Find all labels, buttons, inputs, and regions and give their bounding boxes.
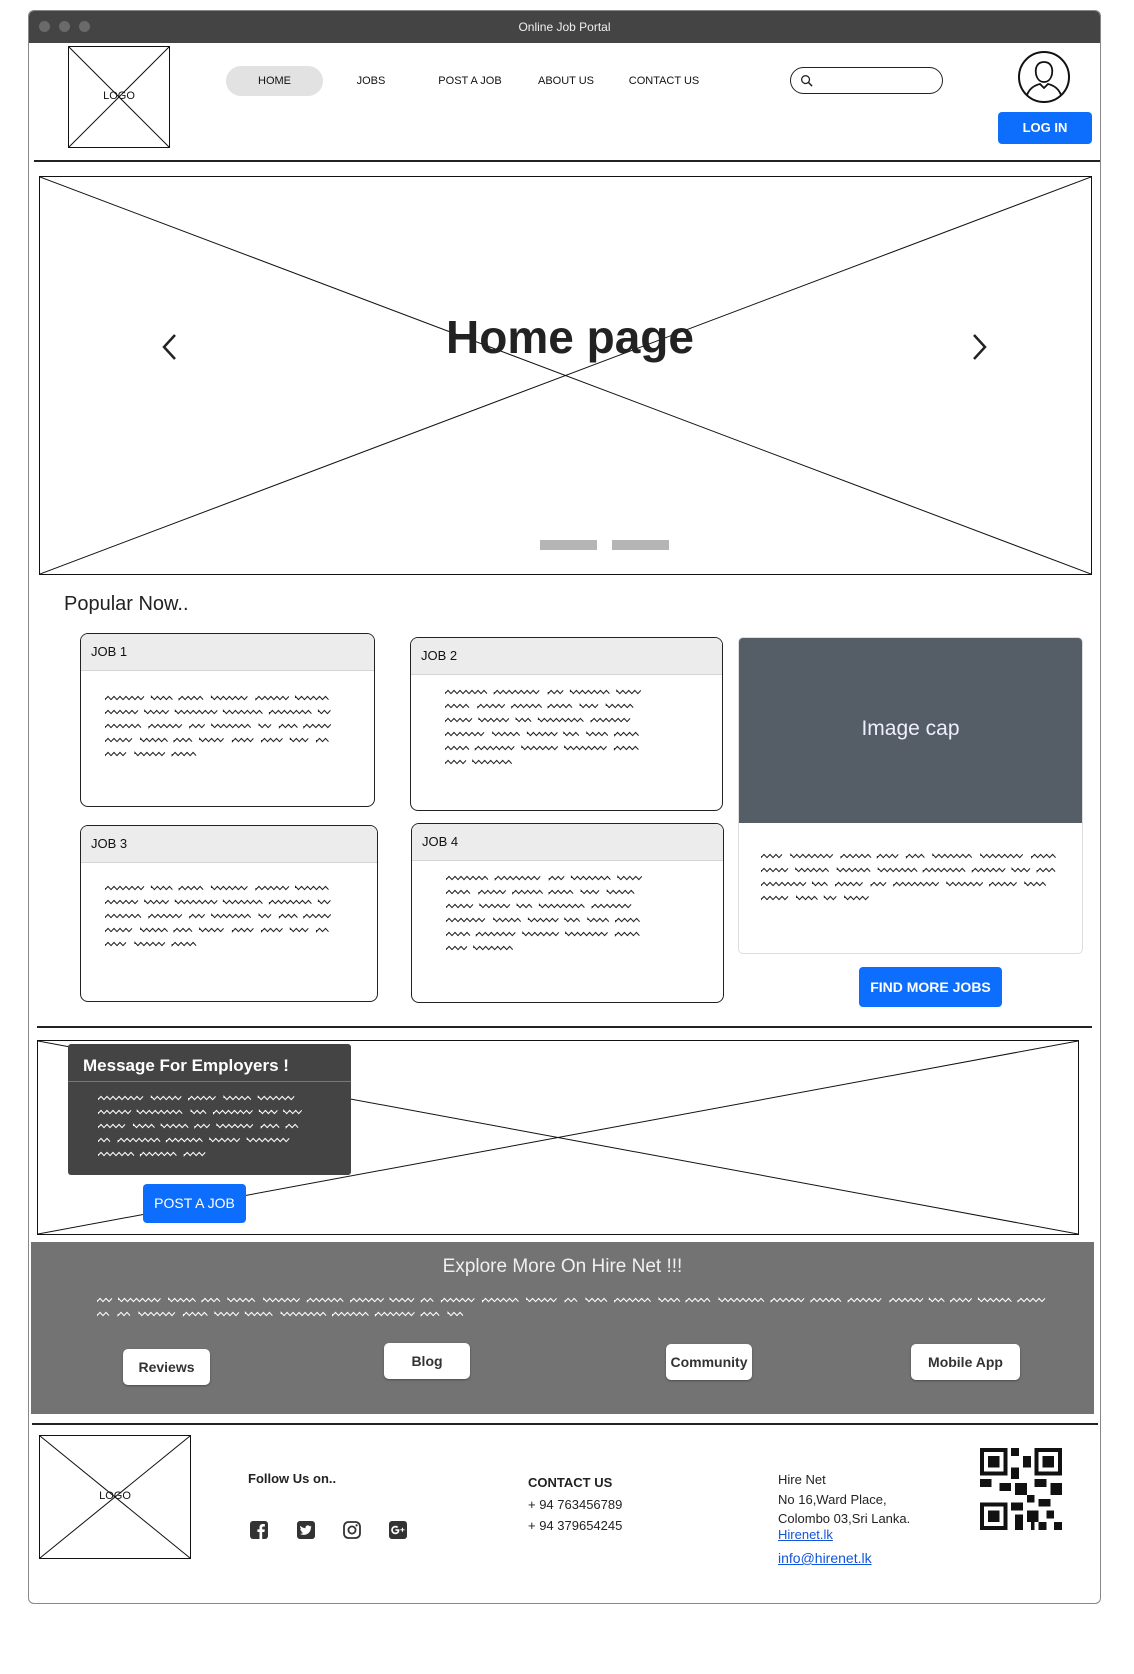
find-more-jobs-button[interactable]: FIND MORE JOBS: [859, 967, 1002, 1007]
contact-phone: + 94 379654245: [528, 1518, 623, 1533]
image-cap: Image cap: [739, 638, 1082, 823]
text-placeholder: [105, 695, 332, 757]
logo-label: LOGO: [99, 1490, 131, 1502]
text-placeholder: [445, 689, 642, 765]
nav-post-a-job[interactable]: POST A JOB: [430, 66, 510, 96]
hero-carousel: [39, 176, 1092, 575]
chevron-left-icon[interactable]: [159, 332, 181, 362]
text-placeholder: [446, 875, 643, 951]
nav-contact-us[interactable]: CONTACT US: [622, 66, 706, 96]
nav-home[interactable]: HOME: [226, 66, 323, 96]
address-line: Hire Net: [778, 1472, 826, 1487]
footer-divider: [32, 1423, 1098, 1425]
card-header: JOB 3: [81, 826, 377, 863]
image-card[interactable]: Image cap: [738, 637, 1083, 954]
mobile-app-button[interactable]: Mobile App: [911, 1344, 1020, 1380]
instagram-icon[interactable]: [342, 1520, 362, 1540]
search-icon: [801, 75, 813, 87]
email-link[interactable]: info@hirenet.lk: [778, 1550, 872, 1566]
card-header: JOB 2: [411, 638, 722, 675]
text-placeholder: [98, 1095, 303, 1157]
nav-about-us[interactable]: ABOUT US: [530, 66, 602, 96]
address-line: No 16,Ward Place,: [778, 1492, 887, 1507]
reviews-button[interactable]: Reviews: [123, 1349, 210, 1385]
title-bar: Online Job Portal: [29, 11, 1100, 43]
job-title: JOB 1: [91, 644, 128, 659]
hero-title: Home page: [446, 311, 694, 363]
search-box[interactable]: [790, 67, 943, 94]
job-title: JOB 4: [422, 834, 459, 849]
contact-phone: + 94 763456789: [528, 1497, 623, 1512]
job-card[interactable]: JOB 2: [410, 637, 723, 811]
header-divider: [34, 160, 1100, 162]
twitter-icon[interactable]: [296, 1520, 316, 1540]
employer-message-title: Message For Employers !: [83, 1056, 289, 1075]
website-link[interactable]: Hirenet.lk: [778, 1527, 833, 1542]
carousel-indicator[interactable]: [540, 540, 597, 550]
google-plus-icon[interactable]: [388, 1520, 408, 1540]
explore-title: Explore More On Hire Net !!!: [442, 1256, 683, 1277]
job-card[interactable]: JOB 4: [411, 823, 724, 1003]
login-button[interactable]: LOG IN: [998, 112, 1092, 144]
card-header: JOB 1: [81, 634, 374, 671]
job-card[interactable]: JOB 3: [80, 825, 378, 1002]
job-title: JOB 2: [421, 648, 458, 663]
community-button[interactable]: Community: [666, 1344, 752, 1380]
window-title: Online Job Portal: [518, 20, 611, 34]
facebook-icon[interactable]: [249, 1520, 269, 1540]
post-a-job-button[interactable]: POST A JOB: [143, 1184, 246, 1223]
card-header: JOB 4: [412, 824, 723, 861]
text-placeholder: [97, 1297, 1046, 1317]
image-cap-label: Image cap: [861, 717, 960, 740]
job-card[interactable]: JOB 1: [80, 633, 375, 807]
section-divider: [37, 1026, 1092, 1028]
search-input[interactable]: [817, 71, 939, 91]
address-line: Colombo 03,Sri Lanka.: [778, 1511, 911, 1526]
text-placeholder: [105, 885, 332, 947]
contact-heading: CONTACT US: [528, 1475, 613, 1490]
footer-logo[interactable]: LOGO: [39, 1435, 191, 1559]
employer-message-panel: Message For Employers !: [68, 1044, 351, 1175]
follow-us-label: Follow Us on..: [248, 1471, 337, 1486]
chevron-right-icon[interactable]: [968, 332, 990, 362]
panel-divider: [68, 1081, 351, 1082]
user-avatar-icon[interactable]: [1017, 50, 1071, 104]
qr-code-icon: [980, 1448, 1062, 1530]
logo-label: LOGO: [103, 90, 135, 102]
explore-section: Explore More On Hire Net !!!: [31, 1242, 1094, 1414]
blog-button[interactable]: Blog: [384, 1343, 470, 1379]
header-logo[interactable]: LOGO: [68, 46, 170, 148]
text-placeholder: [761, 853, 1056, 901]
job-title: JOB 3: [91, 836, 128, 851]
popular-heading: Popular Now..: [64, 593, 189, 615]
carousel-indicator[interactable]: [612, 540, 669, 550]
nav-jobs[interactable]: JOBS: [345, 66, 397, 96]
